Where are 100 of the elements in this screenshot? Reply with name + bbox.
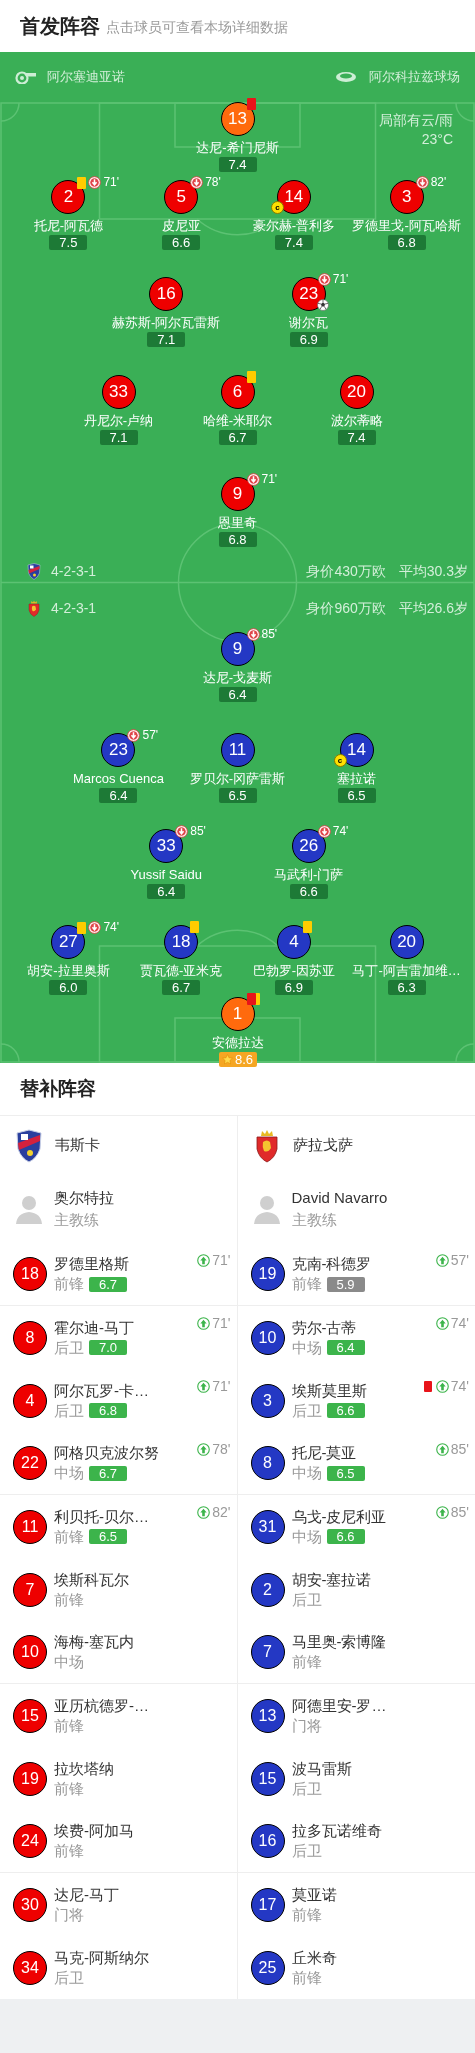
player-name: 罗贝尔-冈萨雷斯 [189,771,286,787]
substitution-minute: 85' [261,628,278,641]
player-position: 后卫 [291,1778,322,1799]
player-name: 达尼-戈麦斯 [202,670,273,686]
substitution-minute: 74' [450,1315,469,1331]
substitution-minute: 85' [450,1441,469,1457]
player-position: 门将 [54,1904,84,1925]
player-name: 阿德里安-罗… [291,1695,387,1716]
player-name: 马里奥-索博隆 [291,1632,387,1652]
player-rating: 6.9 [274,980,313,995]
player-name: 安德拉达 [211,1035,264,1051]
player-name: 莫亚诺 [291,1884,337,1905]
weather-text: 局部有云/雨 [379,111,453,130]
player-position: 后卫 [291,1841,322,1861]
substitution-minute: 71' [332,273,349,286]
player-rating: 6.8 [218,532,257,547]
stadium-name: 阿尔科拉兹球场 [369,68,460,87]
player-rating: 6.4 [326,1340,365,1355]
substitution-minute: 74' [332,825,349,838]
substitution-minute: 74' [450,1378,469,1394]
player-name: 利贝托-贝尔… [54,1506,149,1527]
player-rating: 6.7 [89,1465,127,1481]
player-name: 马丁-阿吉雷加维… [352,963,461,979]
player-rating: 6.5 [326,1465,365,1481]
caution-card-icon [77,921,87,934]
player-rating: 6.7 [89,1276,127,1292]
sending-off-card-icon [246,993,256,1005]
substitution-minute: 57' [450,1252,469,1268]
player-position: 前锋 [54,1589,84,1610]
player-name: 埃斯科瓦尔 [54,1569,129,1590]
player-rating: 6.7 [162,980,201,995]
sending-off-card-icon [423,1380,432,1392]
player-position: 后卫 [54,1337,84,1358]
player-rating: 6.6 [326,1403,365,1418]
player-rating: 7.0 [89,1340,127,1355]
player-position: 前锋 [54,1526,84,1547]
caution-card-icon [77,176,87,189]
substitution-out-icon [127,729,141,742]
substitution-out-icon [190,176,204,189]
player-name: 马克-阿斯纳尔 [54,1947,149,1968]
player-name: 霍尔迪-马丁 [54,1317,134,1338]
player-name: 埃费-阿加马 [54,1821,134,1841]
player-name: 波尔蒂略 [330,413,383,429]
player-name: 贾瓦德-亚米克 [139,963,223,979]
player-name: 埃斯莫里斯 [291,1380,367,1401]
football-icon [316,299,329,311]
player-name: 丹尼尔-卢纳 [83,413,154,429]
player-name: 拉坎塔纳 [54,1758,114,1779]
captain-badge: c [333,754,347,767]
substitution-minute: 82' [212,1504,231,1520]
substitution-minute: 71' [103,176,119,189]
substitution-in-icon [197,1442,211,1456]
stadium-icon [335,71,357,83]
caution-card-icon [302,921,312,933]
player-position: 后卫 [291,1400,322,1421]
substitution-out-icon [246,628,260,641]
player-position: 后卫 [54,1967,84,1988]
substitution-minute: 57' [142,729,159,742]
rating-value: 8.6 [234,1052,254,1067]
player-rating: 6.3 [387,980,426,995]
player-rating: 7.4 [274,235,313,250]
player-name: 海梅-塞瓦内 [54,1632,134,1652]
average-age-text: 平均30.3岁 [398,561,468,581]
lion-crest-icon [27,599,41,617]
player-position: 前锋 [54,1274,84,1294]
coach-role: 主教练 [291,1210,338,1230]
player-name: 皮尼亚 [161,218,201,234]
whistle-icon [15,70,37,84]
coach-role: 主教练 [54,1210,100,1230]
player-rating: 6.4 [147,884,186,899]
player-rating: 6.5 [337,788,376,803]
substitution-minute: 78' [205,176,221,189]
substitution-minute: 78' [212,1441,231,1457]
player-name: 巴勃罗-因苏亚 [252,963,336,979]
substitution-in-icon [435,1505,449,1519]
substitution-out-icon [88,176,102,189]
player-name: 乌戈-皮尼利亚 [291,1506,387,1527]
substitution-out-icon [317,825,331,838]
player-rating: 6.6 [326,1529,365,1544]
player-name: 丘米奇 [291,1947,337,1968]
substitution-in-icon [435,1442,449,1456]
substitution-minute: 71' [212,1315,231,1331]
temperature-text: 23°C [421,130,453,149]
player-position: 前锋 [291,1652,322,1672]
player-rating: 7.1 [147,332,186,347]
player-rating: 6.8 [89,1403,127,1418]
player-rating: 6.5 [218,788,257,803]
substitution-in-icon [197,1379,211,1393]
substitution-minute: 85' [190,825,206,838]
section-subtitle: 点击球员可查看本场详细数据 [106,18,288,37]
player-position: 中场 [291,1337,322,1358]
player-rating: 7.4 [337,430,376,445]
substitution-minute: 71' [261,473,278,486]
player-rating: 6.7 [218,430,257,445]
player-position: 中场 [54,1463,84,1483]
player-position: 前锋 [291,1274,322,1294]
player-position: 前锋 [54,1841,84,1861]
player-rating: 6.4 [99,788,138,803]
team-name: 韦斯卡 [55,1135,100,1156]
average-age-text: 平均26.6岁 [398,598,468,618]
